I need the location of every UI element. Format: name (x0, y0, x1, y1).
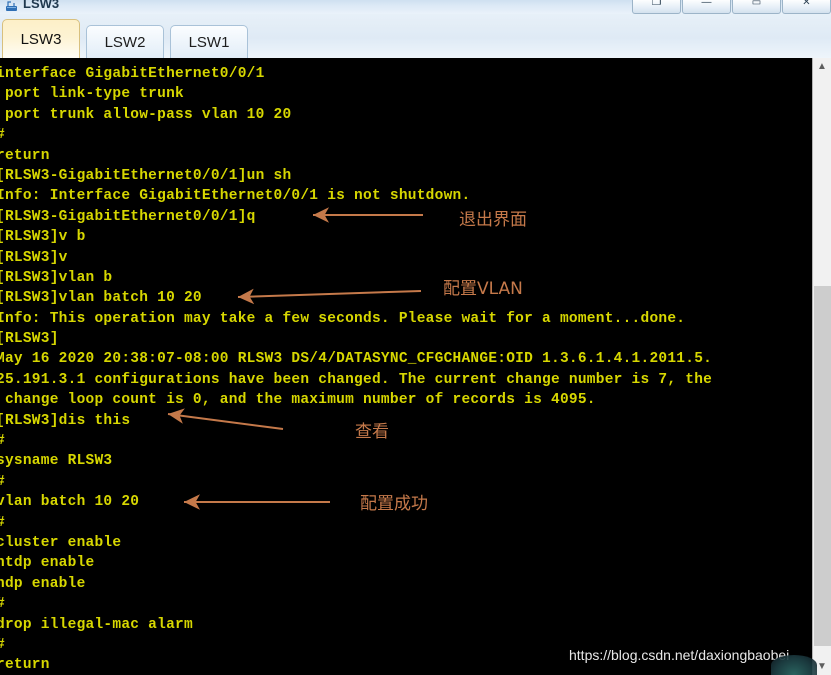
restore-button[interactable]: ❐ (632, 0, 681, 14)
terminal-line: interface GigabitEthernet0/0/1 (0, 66, 265, 82)
tab-strip: LSW3 LSW2 LSW1 (0, 14, 831, 59)
terminal-line: # (0, 125, 812, 145)
terminal-line: [RLSW3]v b (0, 229, 86, 246)
minimize-button[interactable]: — (682, 0, 731, 14)
window-controls: ❐ — ▭ ✕ (631, 0, 831, 14)
watermark-decoration (771, 655, 817, 675)
window-title: LSW3 (23, 0, 60, 11)
terminal-line: Info: This operation may take a few seco… (0, 310, 686, 327)
terminal-line: port trunk allow-pass vlan 10 20 (0, 106, 292, 123)
tab-lsw2[interactable]: LSW2 (86, 25, 164, 58)
terminal-line: change loop count is 0, and the maximum … (0, 392, 596, 409)
terminal-line: [RLSW3] (0, 331, 59, 348)
terminal-line: drop illegal-mac alarm (0, 616, 193, 633)
watermark-text: https://blog.csdn.net/daxiongbaobei (569, 647, 790, 663)
terminal-line: # (0, 431, 812, 451)
terminal-line: [RLSW3]v (0, 249, 68, 266)
terminal-line-list: interface GigabitEthernet0/0/1 port link… (0, 64, 812, 675)
terminal-output[interactable]: interface GigabitEthernet0/0/1 port link… (0, 58, 812, 675)
terminal-line: vlan batch 10 20 (0, 494, 140, 511)
terminal-line: 25.191.3.1 configurations have been chan… (0, 371, 713, 388)
terminal-line: [RLSW3-GigabitEthernet0/0/1]q (0, 208, 256, 225)
app-window: LSW3 ❐ — ▭ ✕ LSW3 LSW2 LSW1 interface Giga… (0, 0, 831, 675)
close-button[interactable]: ✕ (782, 0, 831, 14)
terminal-line: Info: Interface GigabitEthernet0/0/1 is … (0, 188, 471, 205)
terminal-line: # (0, 594, 812, 614)
tab-label: LSW2 (104, 33, 146, 51)
terminal-line: [RLSW3]vlan batch 10 20 (0, 290, 202, 307)
maximize-button[interactable]: ▭ (732, 0, 781, 14)
terminal-line: [RLSW3-GigabitEthernet0/0/1]un sh (0, 167, 292, 184)
tab-lsw1[interactable]: LSW1 (170, 25, 248, 58)
scrollbar-thumb[interactable] (814, 286, 831, 646)
maximize-icon: ▭ (751, 0, 762, 8)
router-icon (6, 1, 17, 11)
close-icon: ✕ (802, 0, 811, 8)
terminal-line: ntdp enable (0, 555, 95, 572)
restore-icon: ❐ (651, 0, 662, 8)
terminal-line: sysname RLSW3 (0, 453, 113, 470)
window-title-bar: LSW3 ❐ — ▭ ✕ (0, 0, 831, 14)
terminal-scrollbar[interactable]: ▲ ▼ (812, 58, 831, 675)
terminal-line: [RLSW3]dis this (0, 412, 131, 429)
terminal-line: May 16 2020 20:38:07-08:00 RLSW3 DS/4/DA… (0, 351, 713, 368)
scroll-up-icon[interactable]: ▲ (813, 58, 831, 75)
minimize-icon: — (701, 0, 712, 8)
tab-label: LSW1 (188, 33, 230, 51)
tab-list: LSW3 LSW2 LSW1 (0, 19, 254, 58)
terminal-line: ndp enable (0, 575, 86, 592)
terminal-line: # (0, 472, 812, 492)
terminal-line: return (0, 147, 50, 164)
terminal-line: # (0, 513, 812, 533)
terminal-line: port link-type trunk (0, 86, 184, 103)
tab-lsw3[interactable]: LSW3 (2, 19, 80, 58)
terminal-line: [RLSW3]vlan b (0, 269, 113, 286)
tab-label: LSW3 (20, 30, 62, 48)
terminal-line: cluster enable (0, 534, 122, 551)
